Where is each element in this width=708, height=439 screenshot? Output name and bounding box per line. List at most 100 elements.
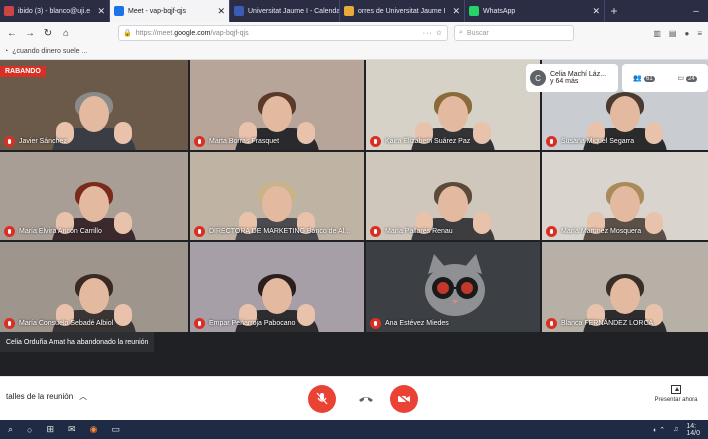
search-icon[interactable]: ⌕	[8, 424, 13, 435]
browser-tab[interactable]: ibido (3) - blanco@uji.e ✕	[0, 0, 110, 22]
tab-label: Meet - vap-bqjf-qjs	[128, 7, 186, 15]
participant-name-tag: Marta Borràs Frasquet	[194, 136, 279, 147]
participant-tile[interactable]: Empar Peñarroja Pabocano	[190, 242, 364, 332]
forward-icon[interactable]: →	[24, 28, 36, 39]
cortana-icon[interactable]: ○	[27, 425, 32, 435]
present-now-button[interactable]: Presentar ahora	[646, 385, 706, 403]
meeting-controls: talles de la reunión ︿ Presentar ahora	[0, 376, 708, 420]
muted-mic-icon	[194, 136, 205, 147]
browser-tab[interactable]: WhatsApp ✕	[465, 0, 605, 22]
library-icon[interactable]: ▥	[653, 29, 661, 38]
bookmarks-bar: ◔ ¿cuando dinero suele ...	[0, 44, 708, 60]
bookmark-item[interactable]: ¿cuando dinero suele ...	[12, 48, 87, 55]
participant-name-tag: Ana Estévez Miedes	[370, 318, 449, 329]
participant-tile[interactable]: Marta Borràs Frasquet	[190, 60, 364, 150]
info-card-text: Celia Machí Láz... y 64 más	[550, 71, 606, 85]
back-icon[interactable]: ←	[6, 28, 18, 39]
participant-name-tag: María Martínez Mosquera	[546, 226, 641, 237]
system-tray: ◐ ⌃ ♫ 14: 14/0	[653, 423, 700, 437]
network-icon[interactable]: ◐ ⌃	[653, 426, 665, 434]
screen: ibido (3) - blanco@uji.e ✕ Meet - vap-bqjf…	[0, 0, 708, 439]
muted-mic-icon	[4, 226, 15, 237]
close-tab-icon[interactable]: ✕	[97, 6, 105, 17]
participant-info-card[interactable]: C Celia Machí Láz... y 64 más	[526, 64, 618, 92]
tab-favicon-icon	[114, 6, 124, 16]
tab-favicon-icon	[344, 6, 354, 16]
new-tab-button[interactable]: +	[605, 4, 623, 18]
muted-mic-icon	[546, 318, 557, 329]
files-icon[interactable]: ▭	[111, 424, 120, 435]
participant-tile[interactable]: María Martínez Mosquera	[542, 152, 708, 240]
participant-tile[interactable]: Kaira Elizabeth Suárez Paz	[366, 60, 540, 150]
participant-name: María Consuelo Sebadé Albiol	[19, 320, 114, 327]
left-meeting-toast: Celia Orduña Amat ha abandonado la reuni…	[0, 332, 155, 352]
participant-tile[interactable]: Blanca FERNÁNDEZ LORCA	[542, 242, 708, 332]
chat-count: 24	[685, 76, 697, 82]
meeting-details-label: talles de la reunión	[6, 392, 74, 401]
muted-mic-icon	[4, 318, 15, 329]
participant-name-tag: María Pallarés Renau	[370, 226, 453, 237]
muted-mic-icon	[4, 136, 15, 147]
muted-mic-icon	[370, 226, 381, 237]
muted-mic-icon	[194, 226, 205, 237]
participant-name: María Martínez Mosquera	[561, 228, 642, 235]
bookmark-icon: ◔	[4, 48, 9, 55]
info-card-line2: y 64 más	[550, 78, 579, 85]
mic-off-button[interactable]	[308, 385, 336, 413]
home-icon[interactable]: ⌂	[60, 28, 72, 39]
reload-icon[interactable]: ↻	[42, 28, 54, 39]
participant-tile[interactable]: María Pallarés Renau	[366, 152, 540, 240]
browser-tab-bar: ibido (3) - blanco@uji.e ✕ Meet - vap-bqjf…	[0, 0, 708, 22]
participant-name: DIRECTORA DE MARKETING Banco de Al...	[209, 228, 351, 235]
participant-tile[interactable]: María Consuelo Sebadé Albiol	[0, 242, 188, 332]
search-input[interactable]: ⌕ Buscar	[454, 25, 574, 41]
participant-name: Kaira Elizabeth Suárez Paz	[385, 138, 471, 145]
account-icon[interactable]: ●	[684, 29, 689, 38]
participant-name-tag: María Consuelo Sebadé Albiol	[4, 318, 113, 329]
meeting-details-button[interactable]: talles de la reunión ︿	[6, 391, 87, 402]
meeting-top-icons: 👥 61 ▭ 24	[622, 64, 708, 92]
sidebar-icon[interactable]: ▤	[669, 29, 677, 38]
menu-icon[interactable]: ≡	[697, 29, 702, 38]
close-tab-icon[interactable]: ✕	[217, 6, 225, 17]
url-text: https://meet.google.com/vap-bqjf-qjs	[135, 29, 249, 37]
participant-name: Javier Sánchez	[19, 138, 67, 145]
muted-mic-icon	[370, 136, 381, 147]
participant-tile[interactable]: María Elvira Ancón Carrillo	[0, 152, 188, 240]
mail-icon[interactable]: ✉	[68, 424, 76, 435]
present-icon	[671, 385, 681, 394]
browser-tab[interactable]: Meet - vap-bqjf-qjs ✕	[110, 0, 230, 22]
lock-icon: 🔒	[123, 30, 132, 37]
leave-call-button[interactable]	[352, 385, 380, 413]
recording-badge: RABANDO	[0, 66, 46, 77]
task-view-icon[interactable]: ⊞	[46, 424, 54, 435]
chat-button[interactable]: ▭ 24	[677, 74, 697, 82]
clock-date: 14/0	[686, 429, 700, 437]
muted-mic-icon	[546, 136, 557, 147]
camera-off-button[interactable]	[390, 385, 418, 413]
participants-button[interactable]: 👥 61	[633, 74, 655, 82]
participant-name: María Pallarés Renau	[385, 228, 453, 235]
participant-name: Susana Miquel Segarra	[561, 138, 635, 145]
participant-name: María Elvira Ancón Carrillo	[19, 228, 102, 235]
browser-tab[interactable]: orres de Universitat Jaume I ✕	[340, 0, 465, 22]
firefox-icon[interactable]: ◉	[90, 424, 98, 435]
close-tab-icon[interactable]: ✕	[452, 6, 460, 17]
browser-tab[interactable]: Universitat Jaume I - Calendar✕	[230, 0, 340, 22]
volume-icon[interactable]: ♫	[673, 426, 678, 433]
window-minimize-button[interactable]: –	[684, 6, 708, 17]
clock-time: 14:	[686, 422, 697, 430]
participant-tile[interactable]: Ana Estévez Miedes	[366, 242, 540, 332]
toolbar-icons: ▥ ▤ ● ≡	[653, 29, 702, 38]
clock[interactable]: 14: 14/0	[686, 423, 700, 437]
search-icon: ⌕	[459, 29, 463, 36]
participant-name-tag: Javier Sánchez	[4, 136, 67, 147]
muted-mic-icon	[370, 318, 381, 329]
close-tab-icon[interactable]: ✕	[592, 6, 600, 17]
page-actions-icon[interactable]: ··· ☆	[423, 29, 443, 37]
tab-label: orres de Universitat Jaume I	[358, 7, 446, 15]
participant-name-tag: Blanca FERNÁNDEZ LORCA	[546, 318, 653, 329]
address-bar[interactable]: 🔒 https://meet.google.com/vap-bqjf-qjs ·…	[118, 25, 448, 41]
camera-off-icon	[397, 393, 411, 405]
participant-tile[interactable]: DIRECTORA DE MARKETING Banco de Al...	[190, 152, 364, 240]
